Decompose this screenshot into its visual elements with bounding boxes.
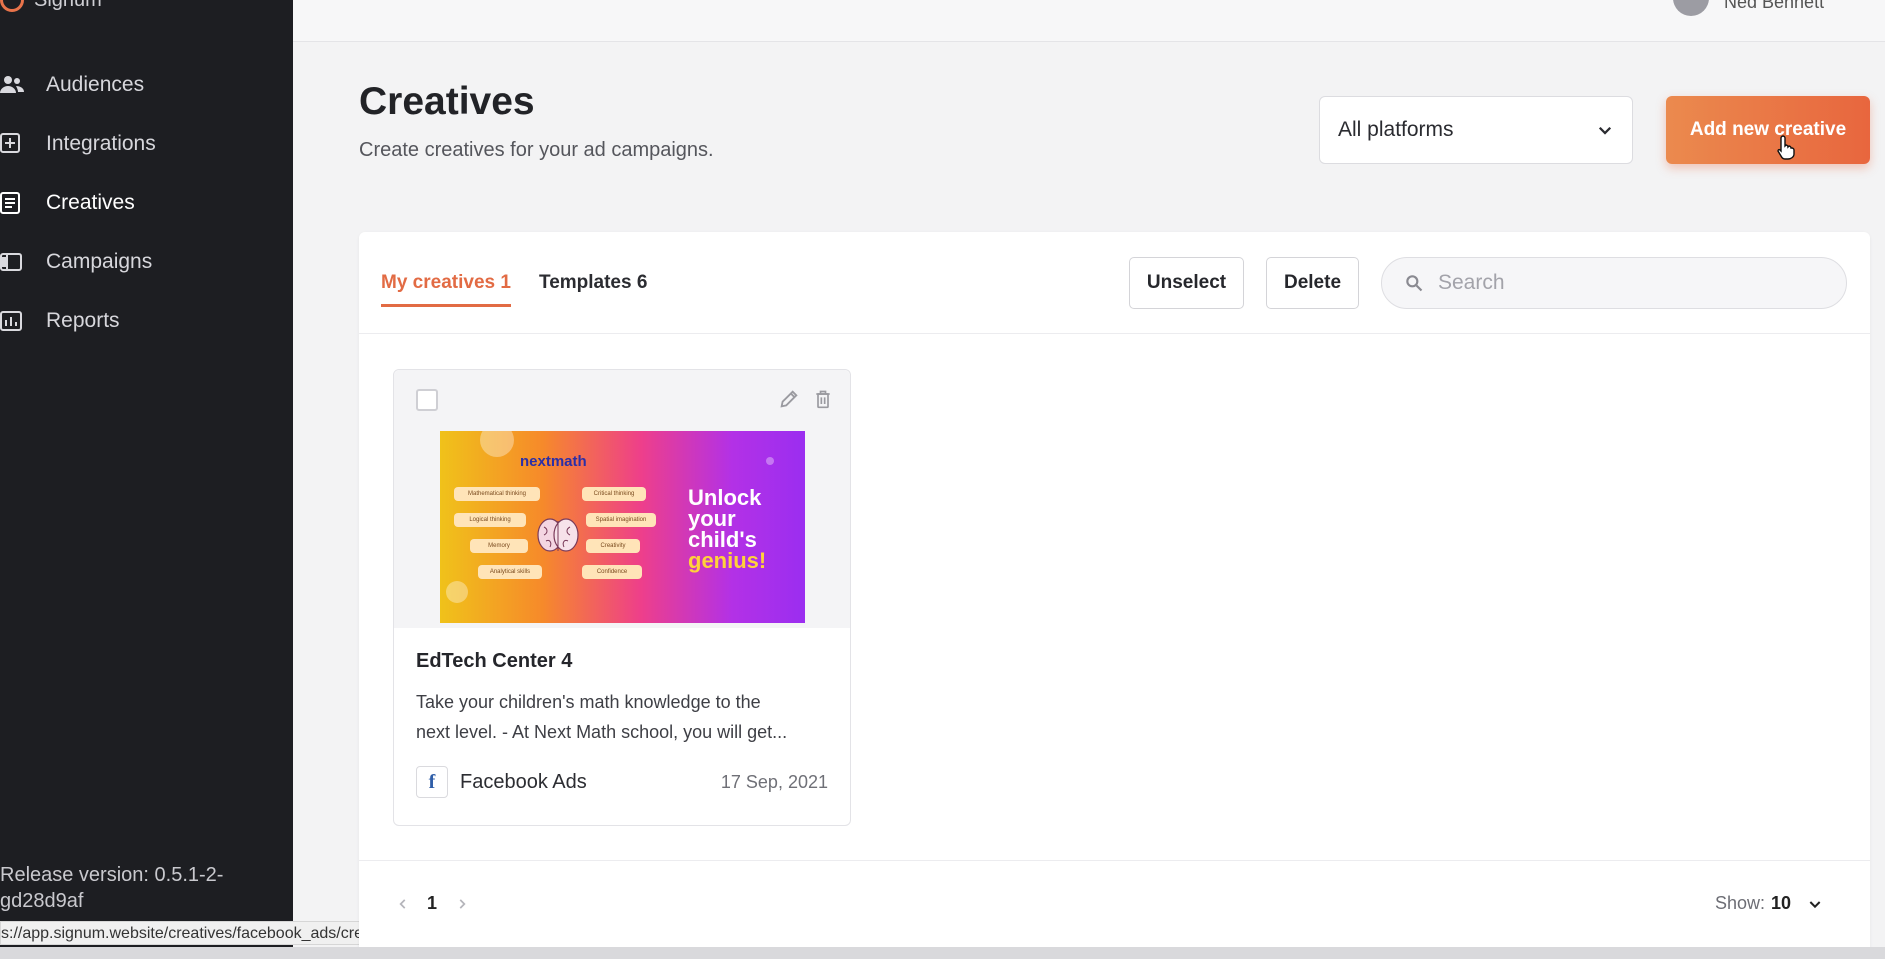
sidebar-item-audiences[interactable]: Audiences [0, 55, 293, 114]
show-value: 10 [1771, 893, 1792, 913]
add-new-creative-button[interactable]: Add new creative [1666, 96, 1870, 164]
thumbnail-pill: Creativity [586, 539, 640, 553]
page-subtitle: Create creatives for your ad campaigns. [359, 139, 714, 161]
delete-button[interactable]: Delete [1266, 257, 1359, 309]
sidebar-nav: Audiences Integrations Creatives Campaig… [0, 55, 293, 350]
thumbnail-pill: Memory [470, 539, 528, 553]
thumbnail-brand: nextmath [520, 453, 587, 470]
sidebar-item-creatives[interactable]: Creatives [0, 173, 293, 232]
trash-icon[interactable] [810, 386, 836, 412]
logo-icon [0, 0, 24, 12]
platform-select-value: All platforms [1338, 118, 1454, 141]
creatives-panel: My creatives 1 Templates 6 Unselect Dele… [359, 232, 1870, 959]
facebook-icon: f [416, 766, 448, 798]
sidebar-item-label: Campaigns [46, 249, 153, 273]
panel-toolbar: My creatives 1 Templates 6 Unselect Dele… [359, 232, 1870, 334]
chevron-down-icon [1809, 900, 1821, 908]
sidebar-item-campaigns[interactable]: Campaigns [0, 232, 293, 291]
search-box[interactable] [1381, 257, 1847, 309]
unselect-button[interactable]: Unselect [1129, 257, 1244, 309]
headline-line: genius! [688, 548, 767, 573]
description-line: Take your children's math knowledge to t… [416, 692, 761, 712]
chevron-right-icon[interactable] [455, 897, 469, 911]
chevron-down-icon [1598, 126, 1612, 135]
page-number[interactable]: 1 [427, 893, 437, 914]
hand-cursor-icon [1777, 135, 1795, 160]
thumbnail-pill: Analytical skills [478, 565, 542, 579]
thumbnail-pill: Critical thinking [582, 487, 646, 501]
description-line: next level. - At Next Math school, you w… [416, 722, 788, 742]
sidebar-item-reports[interactable]: Reports [0, 291, 293, 350]
brain-icon [537, 518, 579, 552]
creative-thumbnail: nextmath Mathematical thinking Logical t… [440, 431, 805, 623]
creative-date: 17 Sep, 2021 [720, 772, 828, 792]
sidebar-item-label: Integrations [46, 131, 156, 155]
creative-description: Take your children's math knowledge to t… [416, 687, 834, 747]
card-select-checkbox[interactable] [416, 389, 438, 411]
thumbnail-pill: Mathematical thinking [454, 487, 540, 501]
show-label: Show: [1715, 893, 1766, 913]
thumbnail-headline: Unlock your child's genius! [688, 487, 767, 573]
top-bar [293, 0, 1885, 42]
thumbnail-pill: Confidence [582, 565, 642, 579]
sidebar: Signum Audiences Integrations Creatives … [0, 0, 293, 959]
pencil-icon[interactable] [776, 386, 802, 412]
bar-chart-icon [0, 309, 46, 333]
creative-platform: Facebook Ads [460, 771, 587, 793]
search-input[interactable] [1438, 271, 1818, 295]
users-icon [0, 73, 46, 97]
thumbnail-decoration [766, 457, 774, 465]
user-name[interactable]: Ned Bennett [1724, 0, 1824, 13]
taskbar-strip [0, 947, 1885, 959]
thumbnail-pill: Logical thinking [454, 513, 526, 527]
sidebar-item-label: Reports [46, 308, 120, 332]
thumbnail-pill: Spatial imagination [586, 513, 656, 527]
layout-icon [0, 250, 46, 274]
sidebar-item-label: Creatives [46, 190, 135, 214]
pagination: 1 Show: 10 [359, 860, 1870, 959]
search-icon [1406, 275, 1423, 292]
sidebar-item-integrations[interactable]: Integrations [0, 114, 293, 173]
creative-card[interactable]: nextmath Mathematical thinking Logical t… [393, 369, 851, 826]
thumbnail-decoration [446, 581, 468, 603]
creative-title: EdTech Center 4 [416, 650, 573, 672]
document-list-icon [0, 191, 46, 215]
thumbnail-decoration [480, 431, 514, 457]
tab-templates[interactable]: Templates 6 [539, 272, 647, 304]
page-size-select[interactable]: Show: 10 [1715, 893, 1823, 914]
sidebar-item-label: Audiences [46, 72, 145, 96]
chevron-left-icon[interactable] [396, 897, 410, 911]
platform-select[interactable]: All platforms [1319, 96, 1633, 164]
release-version: Release version: 0.5.1-2-gd28d9af [0, 864, 224, 912]
logo-text: Signum [34, 0, 102, 12]
tab-my-creatives[interactable]: My creatives 1 [381, 272, 511, 307]
app-logo[interactable]: Signum [0, 0, 102, 12]
plus-square-icon [0, 132, 46, 156]
page-title: Creatives [359, 80, 535, 123]
